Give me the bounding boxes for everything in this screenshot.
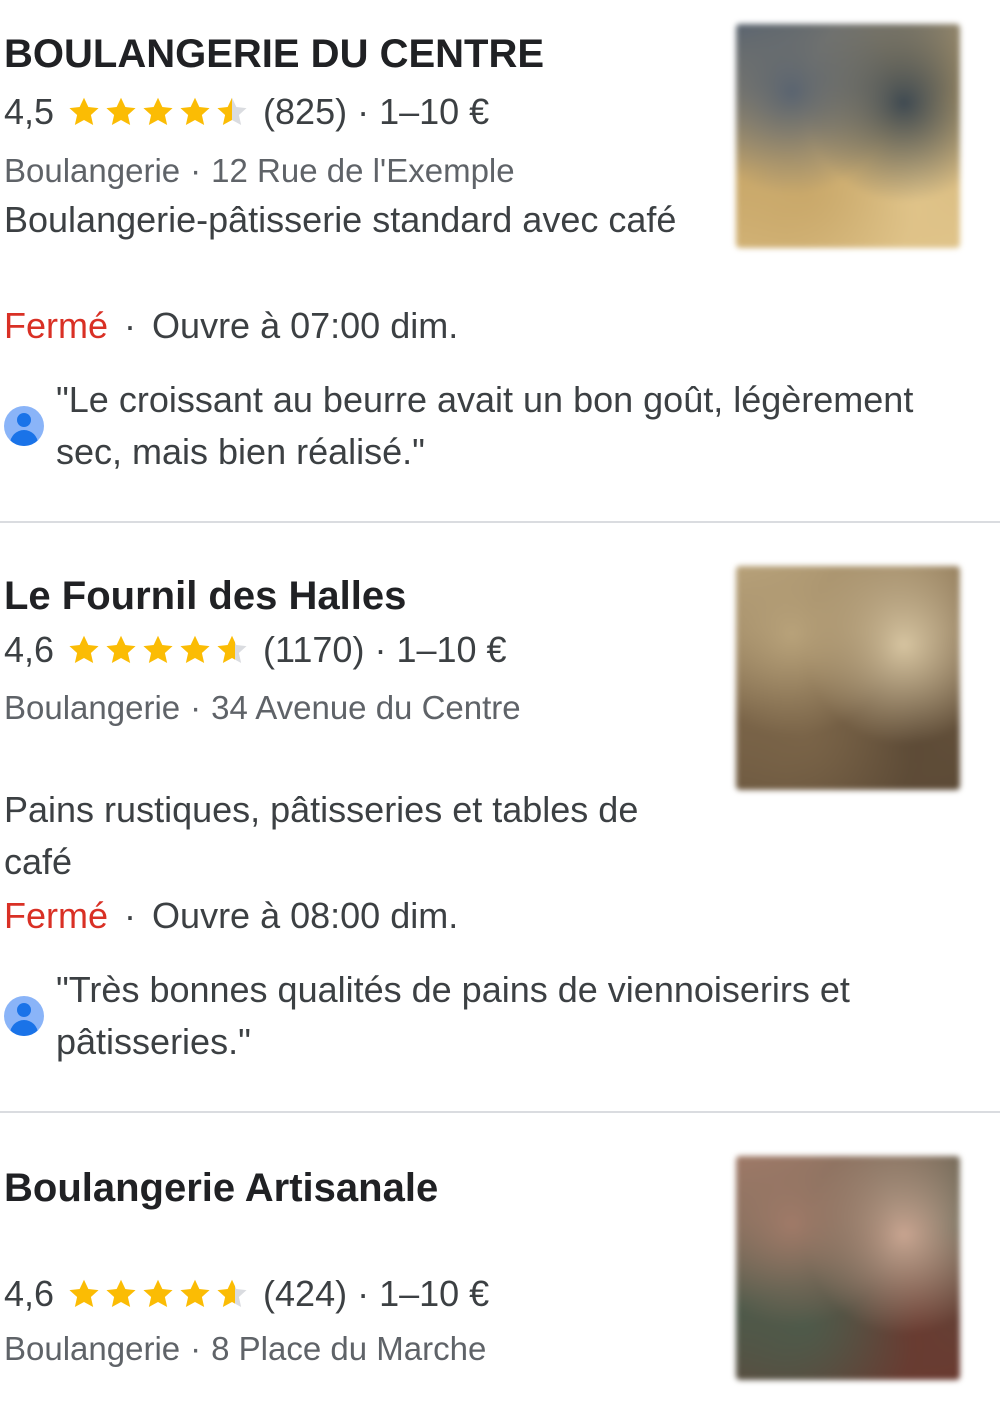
category: Boulangerie bbox=[4, 689, 181, 726]
star-icon bbox=[140, 632, 176, 668]
star-icon bbox=[103, 1276, 139, 1312]
divider bbox=[0, 521, 1000, 523]
star-icon bbox=[103, 632, 139, 668]
review-count[interactable]: (1170) bbox=[263, 632, 364, 668]
star-icon bbox=[140, 1276, 176, 1312]
price-range: 1–10 € bbox=[396, 629, 507, 670]
rating-row: 4,6 (1170) · 1–10 € bbox=[4, 632, 507, 668]
description: Pains rustiques, pâtisseries et tables d… bbox=[4, 789, 639, 882]
user-avatar-icon bbox=[4, 996, 44, 1036]
rating-row: 4,6 (424) · 1–10 € bbox=[4, 1276, 489, 1312]
separator: · bbox=[357, 1273, 370, 1314]
separator: · bbox=[190, 152, 202, 189]
price-range: 1–10 € bbox=[379, 1273, 490, 1314]
opening-time: Ouvre à 07:00 dim. bbox=[152, 305, 459, 346]
hours-status: Fermé · Ouvre à 07:00 dim. bbox=[4, 308, 458, 344]
price-range: 1–10 € bbox=[379, 91, 490, 132]
star-icon bbox=[214, 1276, 250, 1312]
star-icon bbox=[66, 632, 102, 668]
rating-value: 4,6 bbox=[4, 1273, 55, 1314]
separator: · bbox=[357, 91, 370, 132]
separator: · bbox=[190, 689, 202, 726]
star-icon bbox=[214, 632, 250, 668]
separator: · bbox=[124, 895, 137, 936]
category-address-row: Boulangerie · 12 Rue de l'Exemple bbox=[4, 154, 515, 187]
star-icon bbox=[66, 1276, 102, 1312]
closed-status: Fermé bbox=[4, 305, 109, 346]
closed-status: Fermé bbox=[4, 895, 109, 936]
divider bbox=[0, 1111, 1000, 1113]
separator: · bbox=[190, 1330, 202, 1367]
review-text: "Très bonnes qualités de pains de vienno… bbox=[56, 969, 850, 1062]
category-address-row: Boulangerie · 8 Place du Marche bbox=[4, 1332, 486, 1365]
star-icon bbox=[103, 94, 139, 130]
listing-photo[interactable] bbox=[736, 24, 960, 248]
star-icon bbox=[177, 1276, 213, 1312]
user-avatar-icon bbox=[4, 406, 44, 446]
address: 12 Rue de l'Exemple bbox=[211, 152, 515, 189]
star-rating bbox=[66, 632, 251, 668]
separator: · bbox=[124, 305, 137, 346]
description: Boulangerie-pâtisserie standard avec caf… bbox=[4, 199, 677, 240]
star-rating bbox=[66, 1276, 251, 1312]
rating-value: 4,6 bbox=[4, 629, 55, 670]
listing-photo[interactable] bbox=[736, 566, 960, 790]
review-count[interactable]: (424) bbox=[263, 1276, 347, 1312]
address: 34 Avenue du Centre bbox=[211, 689, 521, 726]
listing-title[interactable]: BOULANGERIE DU CENTRE bbox=[4, 34, 544, 74]
category: Boulangerie bbox=[4, 1330, 181, 1367]
star-icon bbox=[177, 94, 213, 130]
category: Boulangerie bbox=[4, 152, 181, 189]
category-address-row: Boulangerie · 34 Avenue du Centre bbox=[4, 691, 521, 724]
listing-title[interactable]: Boulangerie Artisanale bbox=[4, 1168, 438, 1208]
rating-row: 4,5 (825) · 1–10 € bbox=[4, 94, 489, 130]
opening-time: Ouvre à 08:00 dim. bbox=[152, 895, 459, 936]
star-rating bbox=[66, 94, 251, 130]
star-icon bbox=[214, 94, 250, 130]
star-icon bbox=[177, 632, 213, 668]
listing-photo[interactable] bbox=[736, 1156, 960, 1380]
listing-title[interactable]: Le Fournil des Halles bbox=[4, 576, 406, 616]
rating-value: 4,5 bbox=[4, 91, 55, 132]
hours-status: Fermé · Ouvre à 08:00 dim. bbox=[4, 898, 458, 934]
review-text: "Le croissant au beurre avait un bon goû… bbox=[56, 379, 914, 472]
review-count[interactable]: (825) bbox=[263, 94, 347, 130]
star-icon bbox=[66, 94, 102, 130]
separator: · bbox=[374, 629, 387, 670]
star-icon bbox=[140, 94, 176, 130]
address: 8 Place du Marche bbox=[211, 1330, 487, 1367]
